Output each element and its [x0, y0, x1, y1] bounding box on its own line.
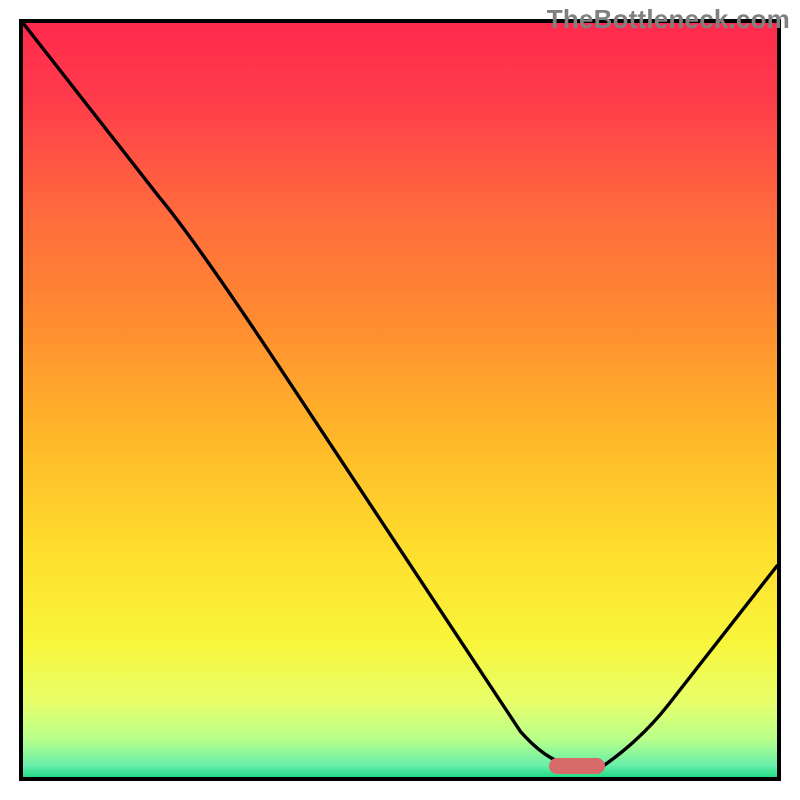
bottleneck-curve — [23, 23, 777, 777]
optimal-marker — [549, 758, 605, 774]
watermark-text: TheBottleneck.com — [547, 4, 790, 35]
plot-area — [19, 19, 781, 781]
chart-stage: TheBottleneck.com — [0, 0, 800, 800]
